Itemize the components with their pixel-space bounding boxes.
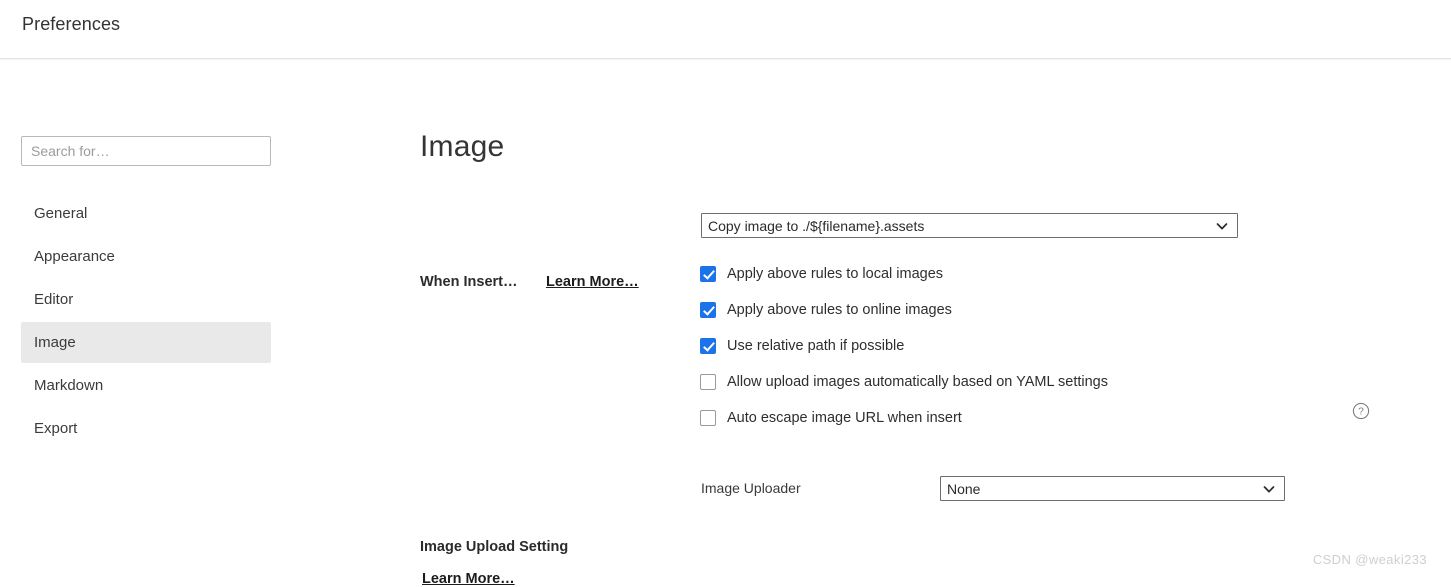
sidebar-item-export[interactable]: Export bbox=[21, 408, 271, 449]
checkbox-row-apply-online[interactable]: Apply above rules to online images bbox=[700, 292, 1108, 328]
sidebar-item-general[interactable]: General bbox=[21, 193, 271, 234]
checkbox-row-allow-upload-yaml[interactable]: Allow upload images automatically based … bbox=[700, 364, 1108, 400]
sidebar-nav: General Appearance Editor Image Markdown… bbox=[0, 193, 300, 451]
preferences-page: General Appearance Editor Image Markdown… bbox=[0, 60, 1451, 587]
settings-panel: Image When Insert… Learn More… NoneCopy … bbox=[300, 60, 1451, 587]
sidebar-item-label: Export bbox=[34, 420, 78, 437]
sidebar-item-editor[interactable]: Editor bbox=[21, 279, 271, 320]
checkbox-label: Apply above rules to online images bbox=[727, 302, 952, 318]
sidebar-item-markdown[interactable]: Markdown bbox=[21, 365, 271, 406]
when-insert-select-wrap: NoneCopy image to ./${filename}.assetsMo… bbox=[701, 213, 1238, 238]
checkbox-auto-escape-url[interactable] bbox=[700, 410, 716, 426]
image-uploader-select[interactable]: NonePicGo-Core (command line)PicGo (app)… bbox=[940, 476, 1285, 501]
sidebar-item-label: General bbox=[34, 205, 88, 222]
help-circle-icon[interactable]: ? bbox=[1352, 402, 1370, 420]
checkbox-apply-local-images[interactable] bbox=[700, 266, 716, 282]
sidebar-item-label: Appearance bbox=[34, 248, 115, 265]
image-uploader-select-wrap: NonePicGo-Core (command line)PicGo (app)… bbox=[940, 476, 1285, 501]
checkbox-label: Apply above rules to local images bbox=[727, 266, 944, 282]
svg-text:?: ? bbox=[1358, 407, 1364, 418]
when-insert-learn-more-link[interactable]: Learn More… bbox=[546, 274, 639, 290]
checkbox-row-auto-escape-url[interactable]: Auto escape image URL when insert bbox=[700, 400, 1108, 436]
checkbox-row-apply-local[interactable]: Apply above rules to local images bbox=[700, 256, 1108, 292]
image-rules-checkbox-list: Apply above rules to local images Apply … bbox=[700, 256, 1108, 436]
sidebar-item-label: Editor bbox=[34, 291, 74, 308]
when-insert-label: When Insert… bbox=[420, 274, 518, 290]
sidebar-item-appearance[interactable]: Appearance bbox=[21, 236, 271, 277]
search-input[interactable] bbox=[21, 136, 271, 166]
page-title: Preferences bbox=[22, 14, 121, 34]
section-title: Image bbox=[420, 130, 505, 163]
when-insert-select[interactable]: NoneCopy image to ./${filename}.assetsMo… bbox=[701, 213, 1238, 238]
checkbox-row-relative-path[interactable]: Use relative path if possible bbox=[700, 328, 1108, 364]
checkbox-label: Allow upload images automatically based … bbox=[727, 374, 1108, 390]
checkbox-allow-upload-yaml[interactable] bbox=[700, 374, 716, 390]
window-titlebar: Preferences bbox=[0, 0, 1451, 67]
sidebar-item-label: Markdown bbox=[34, 377, 104, 394]
sidebar-item-image[interactable]: Image bbox=[21, 322, 271, 363]
sidebar: General Appearance Editor Image Markdown… bbox=[0, 60, 300, 577]
checkbox-apply-online-images[interactable] bbox=[700, 302, 716, 318]
checkbox-label: Auto escape image URL when insert bbox=[727, 410, 962, 426]
watermark: CSDN @weaki233 bbox=[1312, 552, 1427, 567]
sidebar-item-label: Image bbox=[34, 334, 76, 351]
checkbox-use-relative-path[interactable] bbox=[700, 338, 716, 354]
checkbox-label: Use relative path if possible bbox=[727, 338, 905, 354]
image-upload-learn-more-link[interactable]: Learn More… bbox=[422, 571, 515, 587]
image-uploader-label: Image Uploader bbox=[701, 480, 801, 496]
image-upload-setting-label: Image Upload Setting bbox=[420, 539, 569, 555]
